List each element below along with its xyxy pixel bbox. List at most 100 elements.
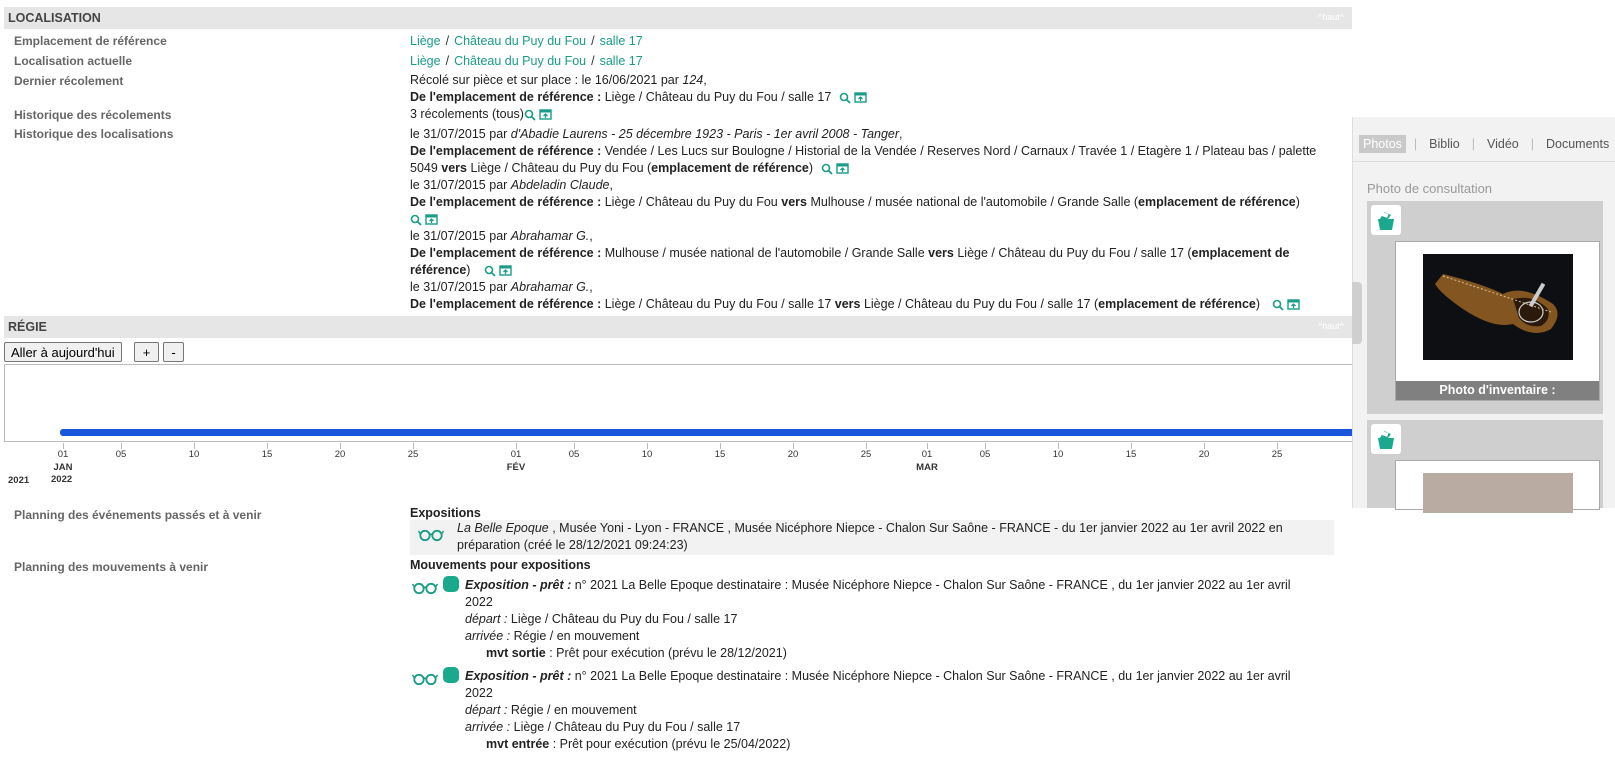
history-author: Abrahamar G. xyxy=(510,280,590,295)
magnifier-icon[interactable] xyxy=(484,265,496,277)
object-photo[interactable] xyxy=(1423,254,1573,360)
path-room-link[interactable]: salle 17 xyxy=(600,54,643,68)
localisation-actuelle-path: Liège / Château du Puy du Fou / salle 17 xyxy=(410,54,643,68)
photo-caption: Photo d'inventaire : xyxy=(1396,381,1599,400)
back-to-top-link[interactable]: ^haut^ xyxy=(1318,321,1344,331)
open-window-icon[interactable] xyxy=(1287,299,1300,311)
move-desc-cont: 2022 xyxy=(465,595,493,609)
view-actions xyxy=(410,211,439,228)
recolement-text: Récolé sur pièce et sur place : le 16/06… xyxy=(410,73,683,87)
path-city-link[interactable]: Liège xyxy=(410,34,441,48)
from-reference-path: Liège / Château du Puy du Fou / salle 17 xyxy=(601,90,832,104)
timeline-tick-label: 20 xyxy=(787,449,799,460)
label-planning-events: Planning des événements passés et à veni… xyxy=(14,508,262,522)
arrivee-value: Liège / Château du Puy du Fou / salle 17 xyxy=(510,720,741,734)
photo-frame[interactable]: Photo d'inventaire : xyxy=(1395,241,1600,401)
reference-tag: emplacement de référence xyxy=(1098,297,1256,312)
timeline-tick-label: 10 xyxy=(641,449,653,460)
vers-label: vers xyxy=(834,297,861,312)
timeline-tick-label: 25 xyxy=(407,449,419,460)
expo-name[interactable]: La Belle Epoque xyxy=(457,521,549,535)
magnifier-icon[interactable] xyxy=(524,109,536,121)
back-to-top-link[interactable]: ^haut^ xyxy=(1318,12,1344,22)
view-actions xyxy=(484,262,513,279)
recolement-suffix: , xyxy=(703,73,707,87)
open-window-icon[interactable] xyxy=(836,163,849,175)
zoom-in-button[interactable]: + xyxy=(134,342,159,362)
magnifier-icon[interactable] xyxy=(821,163,833,175)
tab-separator: | xyxy=(1471,137,1475,151)
reference-tag: emplacement de référence xyxy=(1138,195,1296,210)
open-window-icon[interactable] xyxy=(539,109,553,121)
expo-description: La Belle Epoque , Musée Yoni - Lyon - FR… xyxy=(457,520,1327,554)
media-side-panel: Photos | Biblio | Vidéo | Documents Photo de c… xyxy=(1352,117,1615,513)
timeline-item-bar[interactable] xyxy=(60,429,1352,436)
reference-tag-cont: référence xyxy=(410,263,467,278)
regie-header: RÉGIE ^haut^ xyxy=(4,316,1352,338)
glasses-icon[interactable] xyxy=(412,672,438,686)
move-desc-cont: 2022 xyxy=(465,686,493,700)
add-to-cart-icon[interactable] xyxy=(1371,205,1401,235)
open-window-icon[interactable] xyxy=(425,214,439,226)
timeline-tick-label: 15 xyxy=(714,449,726,460)
label-emplacement-reference: Emplacement de référence xyxy=(14,34,167,48)
label-dernier-recolement: Dernier récolement xyxy=(14,74,124,88)
from-reference-label: De l'emplacement de référence : xyxy=(410,90,602,104)
mvt-value: : Prêt pour exécution (prévu le 25/04/20… xyxy=(549,737,791,751)
glasses-icon[interactable] xyxy=(412,581,438,595)
zoom-out-button[interactable]: - xyxy=(163,342,184,362)
tab-documents[interactable]: Documents xyxy=(1542,135,1613,153)
recolements-count[interactable]: 3 récolements (tous) xyxy=(410,107,524,121)
panel-collapse-handle[interactable] xyxy=(1352,282,1362,344)
depart-label: départ : xyxy=(465,612,508,626)
glasses-icon[interactable] xyxy=(418,528,444,542)
open-window-icon[interactable] xyxy=(499,265,513,277)
tab-video[interactable]: Vidéo xyxy=(1483,135,1523,153)
paren-close: ) xyxy=(1295,195,1300,210)
go-to-today-button[interactable]: Aller à aujourd'hui xyxy=(4,342,122,362)
magnifier-icon[interactable] xyxy=(410,214,422,226)
vers-label: vers xyxy=(781,195,807,210)
timeline-tick-label: 05 xyxy=(979,449,991,460)
history-author: Abrahamar G. xyxy=(510,229,590,244)
mvt-type: mvt entrée xyxy=(486,737,550,751)
path-city-link[interactable]: Liège xyxy=(410,54,441,68)
from-reference-label: De l'emplacement de référence : xyxy=(410,246,602,261)
status-dot-icon xyxy=(443,667,459,683)
history-move: De l'emplacement de référence : Mulhouse… xyxy=(410,245,1340,262)
path-room-link[interactable]: salle 17 xyxy=(600,34,643,48)
move-details: Exposition - prêt : n° 2021 La Belle Epo… xyxy=(465,668,1305,753)
history-move: De l'emplacement de référence : Vendée /… xyxy=(410,143,1340,160)
history-move: De l'emplacement de référence : Liège / … xyxy=(410,296,1340,313)
path-place-link[interactable]: Château du Puy du Fou xyxy=(454,54,586,68)
from-path: Liège / Château du Puy du Fou xyxy=(601,195,782,210)
expo-status: préparation (créé le 28/12/2021 09:24:23… xyxy=(457,538,688,552)
timeline-tick-label: 15 xyxy=(261,449,273,460)
timeline-tick-label: 15 xyxy=(1125,449,1137,460)
timeline-tick-label: 20 xyxy=(334,449,346,460)
mvt-value: : Prêt pour exécution (prévu le 28/12/20… xyxy=(545,646,787,660)
label-historique-localisations: Historique des localisations xyxy=(14,127,174,141)
photo-card: Photo d'inventaire : xyxy=(1367,201,1603,414)
history-entry: le 31/07/2015 par Abrahamar G., xyxy=(410,280,593,295)
paren-close: ) xyxy=(466,263,471,278)
status-dot-icon xyxy=(443,576,459,592)
photo-frame[interactable] xyxy=(1395,460,1600,513)
magnifier-icon[interactable] xyxy=(1272,299,1284,311)
magnifier-icon[interactable] xyxy=(839,92,851,104)
emplacement-reference-path: Liège / Château du Puy du Fou / salle 17 xyxy=(410,34,643,48)
history-date: le 31/07/2015 par xyxy=(410,127,511,141)
tab-photos[interactable]: Photos xyxy=(1359,135,1406,153)
open-window-icon[interactable] xyxy=(854,92,867,104)
label-localisation-actuelle: Localisation actuelle xyxy=(14,54,133,68)
object-photo[interactable] xyxy=(1423,473,1573,513)
timeline-tick-label: 25 xyxy=(860,449,872,460)
history-entry: le 31/07/2015 par Abrahamar G., xyxy=(410,229,593,244)
move-desc: n° 2021 La Belle Epoque destinataire : M… xyxy=(571,578,1291,592)
timeline-tick-label: 25 xyxy=(1271,449,1283,460)
move-details: Exposition - prêt : n° 2021 La Belle Epo… xyxy=(465,577,1305,662)
tab-biblio[interactable]: Biblio xyxy=(1425,135,1464,153)
add-to-cart-icon[interactable] xyxy=(1371,424,1401,454)
path-place-link[interactable]: Château du Puy du Fou xyxy=(454,34,586,48)
history-entry: le 31/07/2015 par Abdeladin Claude, xyxy=(410,178,613,193)
